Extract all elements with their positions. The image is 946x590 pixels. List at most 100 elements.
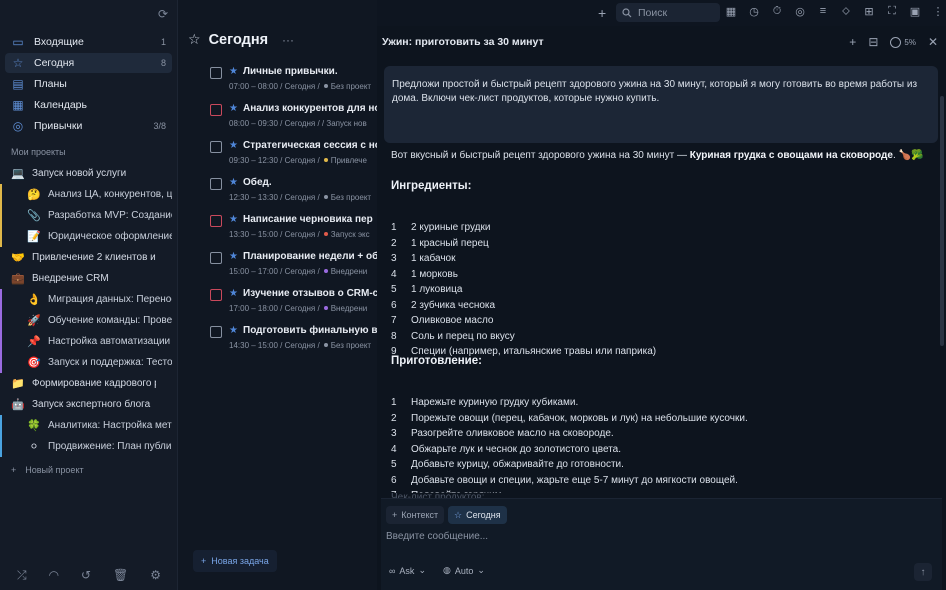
task-time: 15:00 – 17:00 / Сегодня bbox=[229, 267, 316, 276]
sidebar-project[interactable]: 🚀 Обучение команды: Провед bbox=[0, 310, 178, 330]
task-checkbox[interactable] bbox=[210, 67, 222, 79]
today-chip[interactable]: ☆ Сегодня bbox=[448, 506, 507, 524]
sidebar-project[interactable]: 🤔 Анализ ЦА, конкурентов, це bbox=[0, 184, 178, 204]
plus-icon: + bbox=[201, 556, 207, 566]
list-number: 5 bbox=[391, 459, 397, 470]
focus-icon[interactable]: ◎ bbox=[793, 5, 807, 18]
sidebar-project[interactable]: 👌 Миграция данных: Перенос bbox=[0, 289, 178, 309]
send-button[interactable]: ↑ bbox=[914, 563, 932, 581]
grid-icon[interactable]: ⊞ bbox=[862, 5, 876, 18]
task-project: Запуск нов bbox=[326, 119, 367, 128]
history-icon[interactable]: ↺ bbox=[81, 568, 91, 582]
sidebar-project[interactable]: 🤖 Запуск экспертного блога bbox=[0, 394, 178, 414]
task-checkbox[interactable] bbox=[210, 252, 222, 264]
sidebar-project[interactable]: 📎 Разработка MVP: Создание bbox=[0, 205, 178, 225]
sidebar-project[interactable]: 🍀 Аналитика: Настройка метр bbox=[0, 415, 178, 435]
calendar-icon: ▦ bbox=[12, 98, 24, 112]
close-icon[interactable]: ✕ bbox=[928, 35, 938, 49]
add-icon[interactable]: + bbox=[598, 5, 606, 21]
task-list-header: ☆ Сегодня ··· bbox=[188, 31, 294, 48]
task-meta: 08:00 – 09:30 / Сегодня / / Запуск нов bbox=[229, 119, 367, 128]
task-project: Запуск экс bbox=[330, 230, 370, 239]
step-item: 2 Порежьте овощи (перец, кабачок, морковь… bbox=[391, 413, 748, 424]
task-row[interactable]: ★ Личные привычки. 07:00 – 08:00 / Сегод… bbox=[210, 66, 377, 102]
list-number: 7 bbox=[391, 315, 397, 326]
sidebar-item[interactable]: ◎ Привычки 3/8 bbox=[5, 116, 172, 136]
more-options-icon[interactable]: ··· bbox=[282, 33, 294, 47]
ingredient-item: 6 2 зубчика чеснока bbox=[391, 300, 495, 311]
sidebar-project[interactable]: 🎯 Запуск и поддержка: Тестов bbox=[0, 352, 178, 372]
intro-text: Вот вкусный и быстрый рецепт здорового у… bbox=[391, 150, 690, 161]
search-input[interactable]: Поиск bbox=[616, 3, 720, 22]
task-list-panel: ☆ Сегодня ··· ★ Личные привычки. 07:00 –… bbox=[178, 0, 377, 590]
step-item: 1 Нарежьте куриную грудку кубиками. bbox=[391, 397, 578, 408]
task-time: 13:30 – 15:00 / Сегодня bbox=[229, 230, 316, 239]
mode-select[interactable]: ∞ Ask ⌄ bbox=[389, 565, 426, 576]
trash-icon[interactable]: 🗑 bbox=[113, 568, 128, 582]
gear-icon[interactable]: ⚙ bbox=[150, 568, 161, 582]
sidebar-item[interactable]: ▤ Планы bbox=[5, 74, 172, 94]
sidebar-item[interactable]: ▦ Календарь bbox=[5, 95, 172, 115]
task-checkbox[interactable] bbox=[210, 141, 222, 153]
task-row[interactable]: ★ Планирование недели + об 15:00 – 17:00… bbox=[210, 251, 377, 287]
alarm-icon[interactable]: ⏱ bbox=[770, 5, 784, 18]
project-label: Аналитика: Настройка метр bbox=[48, 419, 172, 431]
project-dot bbox=[323, 269, 328, 273]
task-project: Внедрени bbox=[330, 267, 368, 276]
sidebar-item-count: 3/8 bbox=[153, 121, 166, 131]
ingredient-text: 2 куриные грудки bbox=[411, 222, 491, 233]
sidebar-project[interactable]: 📝 Юридическое оформление bbox=[0, 226, 178, 246]
ingredient-text: 1 морковь bbox=[411, 268, 458, 280]
archive-icon[interactable]: ⊟ bbox=[868, 35, 878, 49]
task-project: Без проект bbox=[330, 82, 372, 91]
task-checkbox[interactable] bbox=[210, 326, 222, 338]
message-input[interactable]: Введите сообщение... bbox=[386, 531, 488, 542]
context-chip[interactable]: + Контекст bbox=[386, 506, 445, 524]
model-select[interactable]: ◍ Auto ⌄ bbox=[443, 565, 485, 576]
sync-icon[interactable]: ⟳ bbox=[158, 7, 168, 21]
project-label: Запуск и поддержка: Тестов bbox=[48, 356, 172, 368]
task-checkbox[interactable] bbox=[210, 215, 222, 227]
ingredients-heading: Ингредиенты: bbox=[391, 180, 472, 192]
calendar-icon[interactable]: ▦ bbox=[724, 5, 738, 18]
signal-icon[interactable]: ◠ bbox=[49, 568, 59, 582]
task-project: Внедрени bbox=[330, 304, 368, 313]
task-row[interactable]: ★ Изучение отзывов о CRM-сис 17:00 – 18:… bbox=[210, 288, 377, 324]
filter-icon[interactable]: ≡ bbox=[816, 5, 830, 18]
panel-icon[interactable]: ▣ bbox=[908, 5, 922, 18]
task-checkbox[interactable] bbox=[210, 289, 222, 301]
sidebar-project[interactable]: ⚪ Продвижение: План публик bbox=[0, 436, 178, 456]
task-time: 14:30 – 15:00 / Сегодня bbox=[229, 341, 316, 350]
sidebar-project[interactable]: 💼 Внедрение CRM bbox=[0, 268, 178, 288]
plus-icon: + bbox=[392, 510, 398, 520]
sidebar-item-label: Привычки bbox=[34, 120, 83, 132]
sidebar-project[interactable]: 📌 Настройка автоматизации bbox=[0, 331, 178, 351]
sidebar-project[interactable]: 📁 Формирование кадрового р bbox=[0, 373, 178, 393]
task-row[interactable]: ★ Написание черновика пер 13:30 – 15:00 … bbox=[210, 214, 377, 250]
shuffle-icon[interactable]: ⤮ bbox=[17, 568, 27, 583]
task-row[interactable]: ★ Стратегическая сессия с нов 09:30 – 12… bbox=[210, 140, 377, 176]
chat-scrollbar[interactable] bbox=[940, 96, 944, 346]
add-icon[interactable]: + bbox=[849, 35, 856, 49]
list-number: 5 bbox=[391, 284, 397, 295]
new-task-button[interactable]: + Новая задача bbox=[193, 550, 277, 572]
sidebar-item[interactable]: ☆ Сегодня 8 bbox=[5, 53, 172, 73]
sidebar-project[interactable]: 💻 Запуск новой услуги bbox=[0, 163, 178, 183]
expand-icon[interactable]: ⛶ bbox=[885, 5, 899, 18]
sidebar-item-label: Входящие bbox=[34, 36, 84, 48]
project-label: Анализ ЦА, конкурентов, це bbox=[48, 188, 172, 200]
task-checkbox[interactable] bbox=[210, 178, 222, 190]
task-row[interactable]: ★ Обед. 12:30 – 13:30 / Сегодня / Без про… bbox=[210, 177, 377, 213]
sidebar-item[interactable]: ▭ Входящие 1 bbox=[5, 32, 172, 52]
tag-icon[interactable]: ⬦ bbox=[839, 5, 853, 18]
menu-icon[interactable]: ⋮ bbox=[931, 5, 945, 18]
sidebar-project[interactable]: 🤝 Привлечение 2 клиентов из bbox=[0, 247, 178, 267]
new-project-button[interactable]: + Новый проект bbox=[11, 465, 84, 475]
timer-icon[interactable]: ◷ bbox=[747, 5, 761, 18]
task-row[interactable]: ★ Анализ конкурентов для нов 08:00 – 09:… bbox=[210, 103, 377, 139]
task-meta: 09:30 – 12:30 / Сегодня / Привлече bbox=[229, 156, 367, 165]
task-time: 09:30 – 12:30 / Сегодня bbox=[229, 156, 316, 165]
task-row[interactable]: ★ Подготовить финальную верс 14:30 – 15:… bbox=[210, 325, 377, 361]
model-label: Auto bbox=[454, 565, 474, 576]
task-checkbox[interactable] bbox=[210, 104, 222, 116]
